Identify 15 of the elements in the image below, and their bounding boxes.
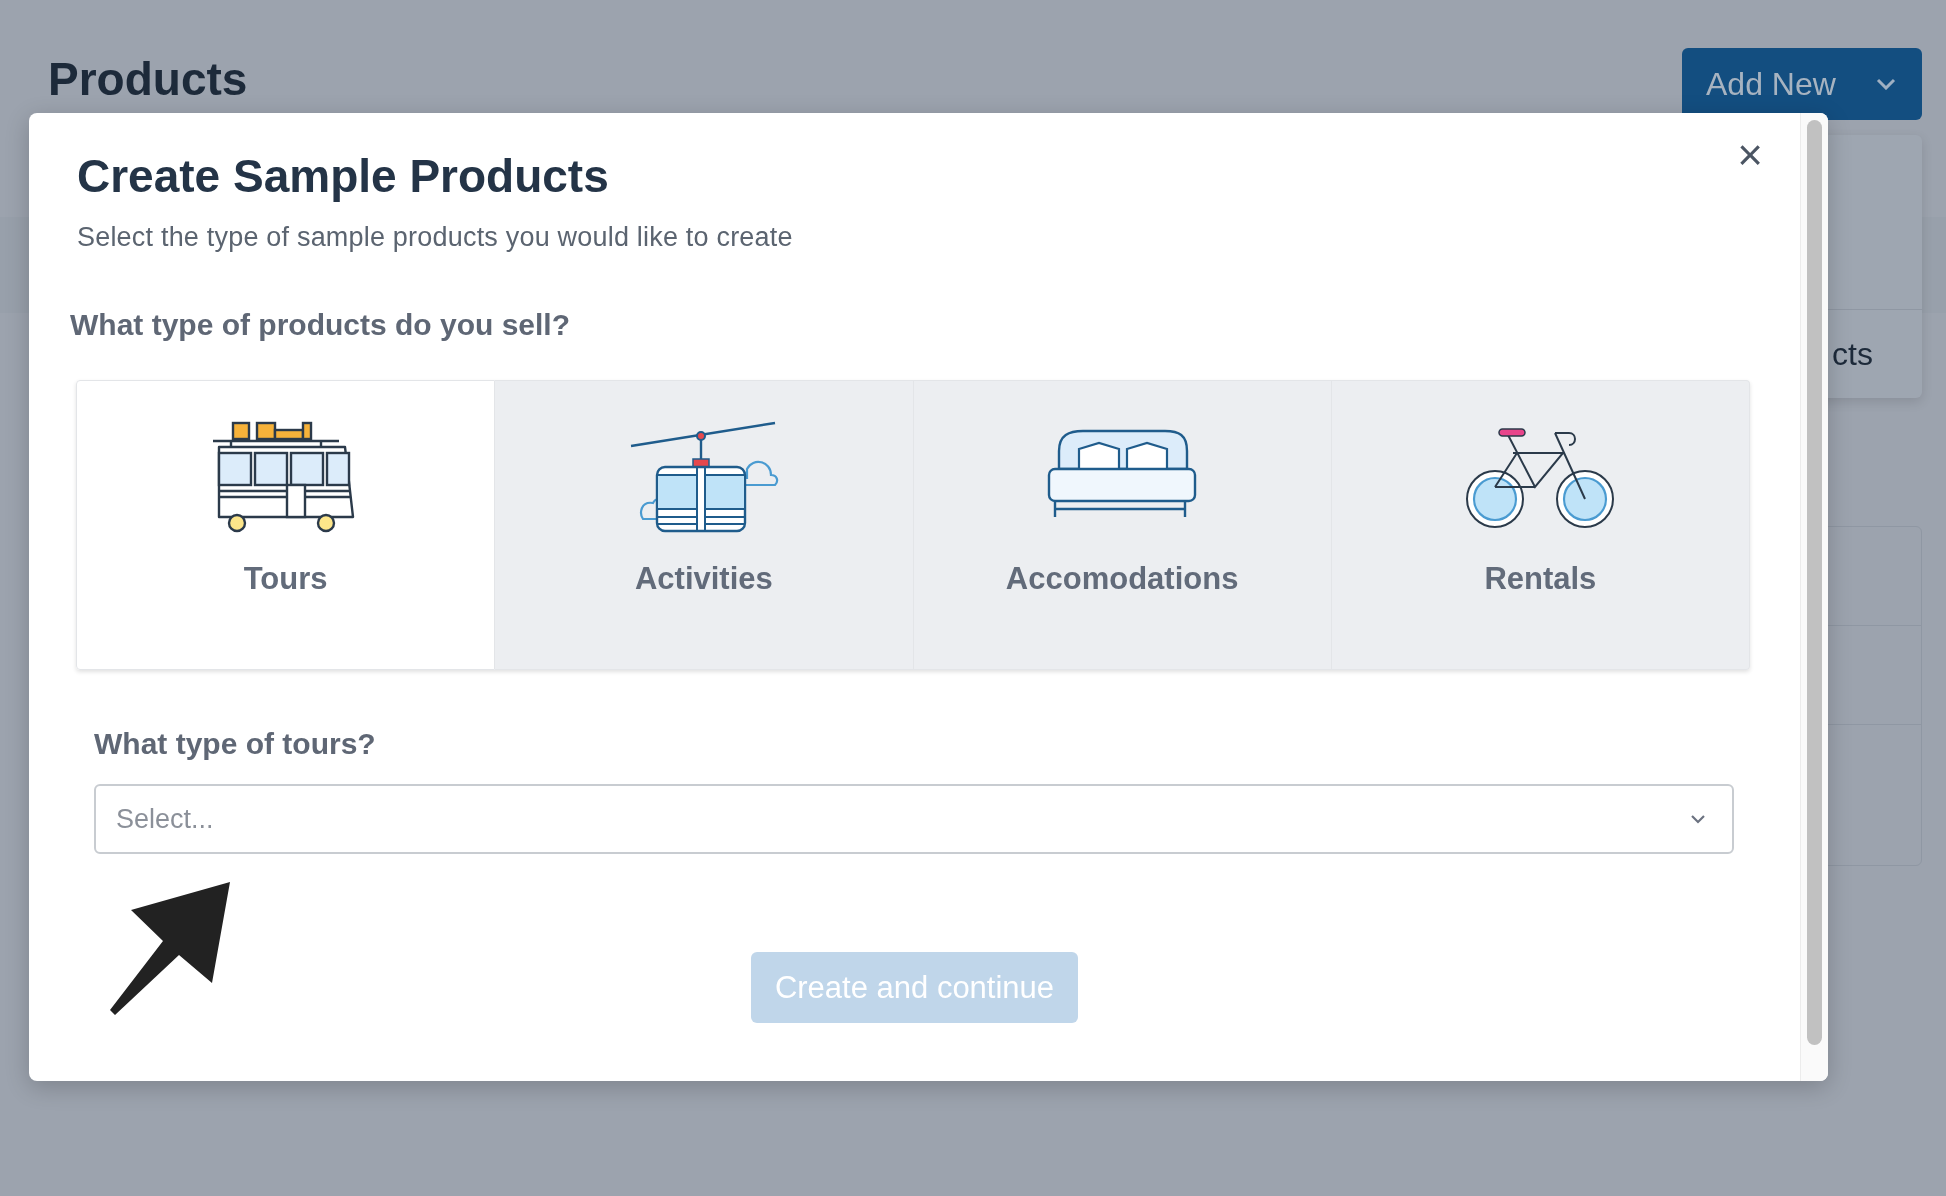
select-field[interactable]: Select... xyxy=(94,784,1734,854)
close-button[interactable]: × xyxy=(1728,133,1772,177)
question-label: What type of products do you sell? xyxy=(70,307,571,343)
product-type-card[interactable]: Accomodations xyxy=(913,380,1332,670)
add-new-button[interactable]: Add New xyxy=(1682,48,1922,120)
product-type-card[interactable]: Tours xyxy=(76,380,496,670)
chevron-down-icon xyxy=(1875,78,1896,90)
modal-title: Create Sample Products xyxy=(77,149,609,204)
product-type-card[interactable]: Rentals xyxy=(1331,380,1750,670)
chevron-down-icon xyxy=(1690,814,1706,824)
product-type-card[interactable]: Activities xyxy=(495,380,914,670)
modal-subtitle: Select the type of sample products you would like to create xyxy=(77,221,794,254)
question-label: What type of tours? xyxy=(94,726,377,762)
scrollbar-thumb[interactable] xyxy=(1807,120,1822,1045)
page-title: Products xyxy=(48,52,248,107)
